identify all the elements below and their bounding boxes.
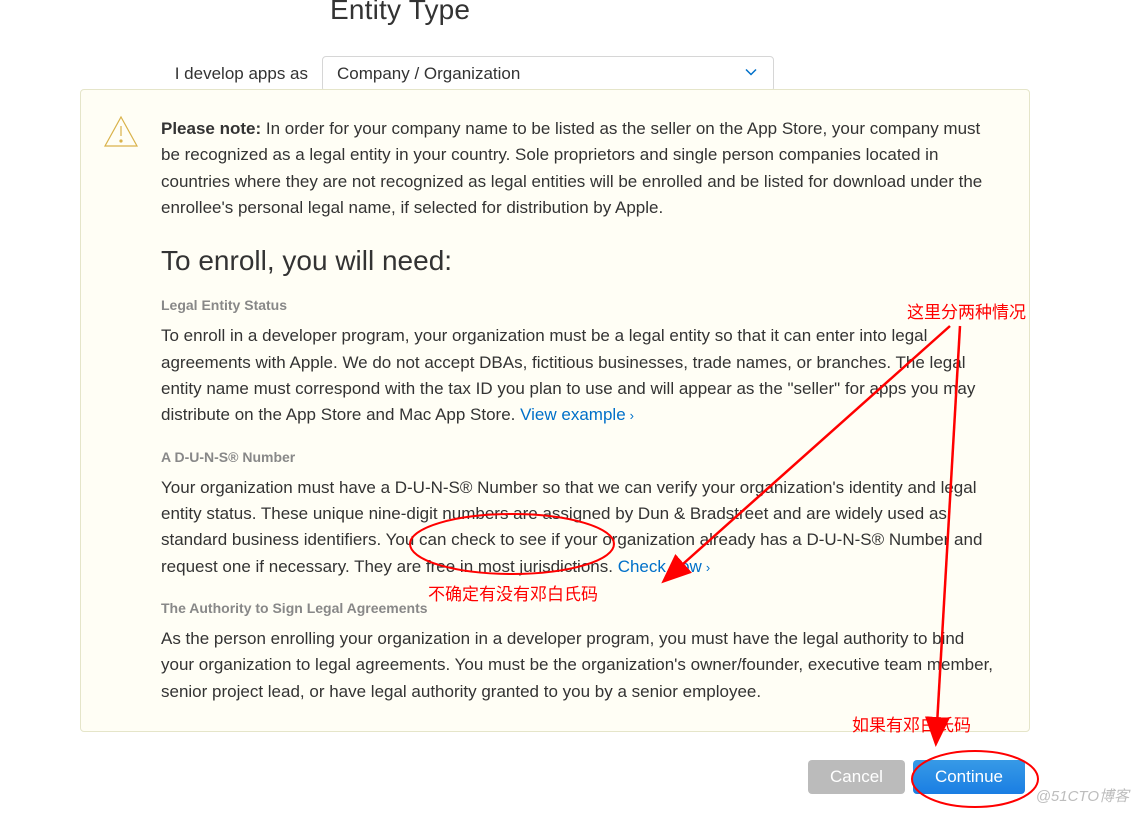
view-example-link[interactable]: View example› [520, 405, 634, 424]
cancel-button[interactable]: Cancel [808, 760, 905, 794]
annotation-two-cases: 这里分两种情况 [907, 298, 1026, 323]
notice-box: Please note: In order for your company n… [80, 89, 1030, 732]
section-duns-title: A D-U-N-S® Number [161, 449, 997, 465]
check-now-link[interactable]: Check now› [618, 557, 710, 576]
entity-type-select[interactable]: Company / Organization [322, 56, 774, 92]
watermark: @51CTO博客 [1036, 785, 1129, 806]
warning-icon [103, 114, 139, 155]
continue-button[interactable]: Continue [913, 760, 1025, 794]
section-duns-body: Your organization must have a D-U-N-S® N… [161, 475, 997, 580]
section-authority-body: As the person enrolling your organizatio… [161, 626, 997, 705]
annotation-unsure-duns: 不确定有没有邓白氏码 [428, 580, 598, 605]
please-note-text: Please note: In order for your company n… [161, 116, 997, 221]
chevron-down-icon [743, 64, 759, 85]
section-legal-entity-title: Legal Entity Status [161, 297, 997, 313]
entity-type-value: Company / Organization [337, 64, 520, 84]
page-title: Entity Type [330, 0, 1133, 26]
develop-as-label: I develop apps as [0, 64, 322, 84]
enroll-heading: To enroll, you will need: [161, 245, 997, 277]
section-legal-entity-body: To enroll in a developer program, your o… [161, 323, 997, 428]
annotation-have-duns: 如果有邓白氏码 [852, 711, 971, 736]
